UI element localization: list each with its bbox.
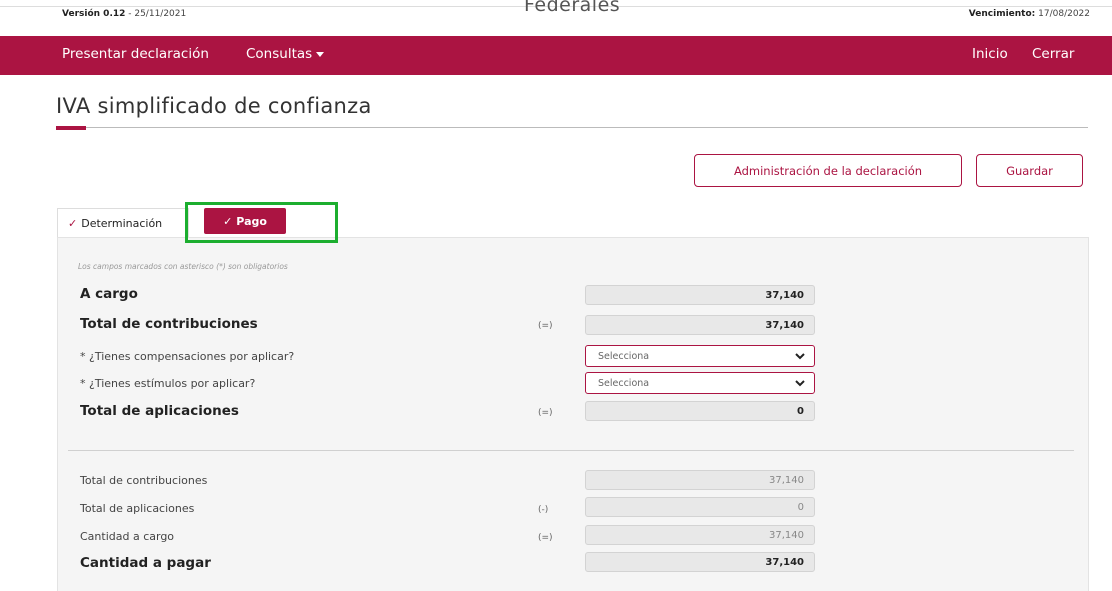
- check-icon: ✓: [68, 216, 78, 230]
- nav-inicio[interactable]: Inicio: [972, 46, 1008, 62]
- required-fields-hint: Los campos marcados con asterisco (*) so…: [78, 262, 288, 271]
- version-info: Versión 0.12 - 25/11/2021: [62, 9, 186, 19]
- equals-operator: (=): [538, 408, 553, 418]
- chevron-down-icon: [795, 353, 805, 360]
- compensaciones-label: * ¿Tienes compensaciones por aplicar?: [80, 350, 295, 363]
- highlight-box: [185, 202, 338, 243]
- total-aplicaciones-field: 0: [585, 401, 815, 421]
- summary-total-contribuciones-field: 37,140: [585, 470, 815, 490]
- minus-operator: (-): [538, 505, 549, 515]
- tab-determinacion[interactable]: ✓ Determinación: [57, 208, 189, 237]
- a-cargo-field: 37,140: [585, 285, 815, 305]
- nav-presentar-declaracion[interactable]: Presentar declaración: [62, 46, 209, 62]
- equals-operator: (=): [538, 533, 553, 543]
- cantidad-cargo-label: Cantidad a cargo: [80, 530, 175, 543]
- page-title: IVA simplificado de confianza: [56, 94, 372, 118]
- nav-consultas-dropdown[interactable]: Consultas: [246, 46, 325, 62]
- due-date-label: Vencimiento:: [968, 9, 1036, 19]
- top-info-bar: Versión 0.12 - 25/11/2021 Federales Venc…: [0, 0, 1112, 36]
- summary-total-contribuciones-label: Total de contribuciones: [80, 474, 208, 487]
- caret-down-icon: [316, 51, 325, 57]
- chevron-down-icon: [795, 380, 805, 387]
- estimulos-label: * ¿Tienes estímulos por aplicar?: [80, 377, 256, 390]
- summary-total-aplicaciones-label: Total de aplicaciones: [80, 502, 195, 515]
- due-date-value: 17/08/2022: [1035, 9, 1090, 19]
- section-divider: [68, 450, 1074, 451]
- guardar-button[interactable]: Guardar: [976, 154, 1083, 187]
- portal-title: Federales: [524, 0, 621, 16]
- a-cargo-label: A cargo: [80, 286, 138, 302]
- version-date: - 25/11/2021: [125, 9, 187, 19]
- due-date-info: Vencimiento: 17/08/2022: [969, 9, 1090, 19]
- compensaciones-select[interactable]: Selecciona: [585, 345, 815, 367]
- total-aplicaciones-label: Total de aplicaciones: [80, 403, 239, 419]
- title-divider: [56, 127, 1088, 128]
- main-navbar: Presentar declaración Consultas Inicio C…: [0, 36, 1112, 75]
- version-label: Versión 0.12: [62, 9, 126, 19]
- summary-total-aplicaciones-field: 0: [585, 497, 815, 517]
- cantidad-cargo-field: 37,140: [585, 525, 815, 545]
- cantidad-pagar-field: 37,140: [585, 552, 815, 572]
- equals-operator: (=): [538, 321, 553, 331]
- estimulos-selected: Selecciona: [598, 377, 650, 389]
- tab-determinacion-label: Determinación: [81, 216, 163, 230]
- estimulos-select[interactable]: Selecciona: [585, 372, 815, 394]
- total-contribuciones-field: 37,140: [585, 315, 815, 335]
- nav-cerrar[interactable]: Cerrar: [1032, 46, 1074, 62]
- nav-consultas-label: Consultas: [246, 46, 313, 62]
- total-contribuciones-label: Total de contribuciones: [80, 316, 258, 332]
- cantidad-pagar-label: Cantidad a pagar: [80, 555, 211, 571]
- administracion-declaracion-button[interactable]: Administración de la declaración: [694, 154, 962, 187]
- title-accent-bar: [56, 126, 86, 130]
- compensaciones-selected: Selecciona: [598, 350, 650, 362]
